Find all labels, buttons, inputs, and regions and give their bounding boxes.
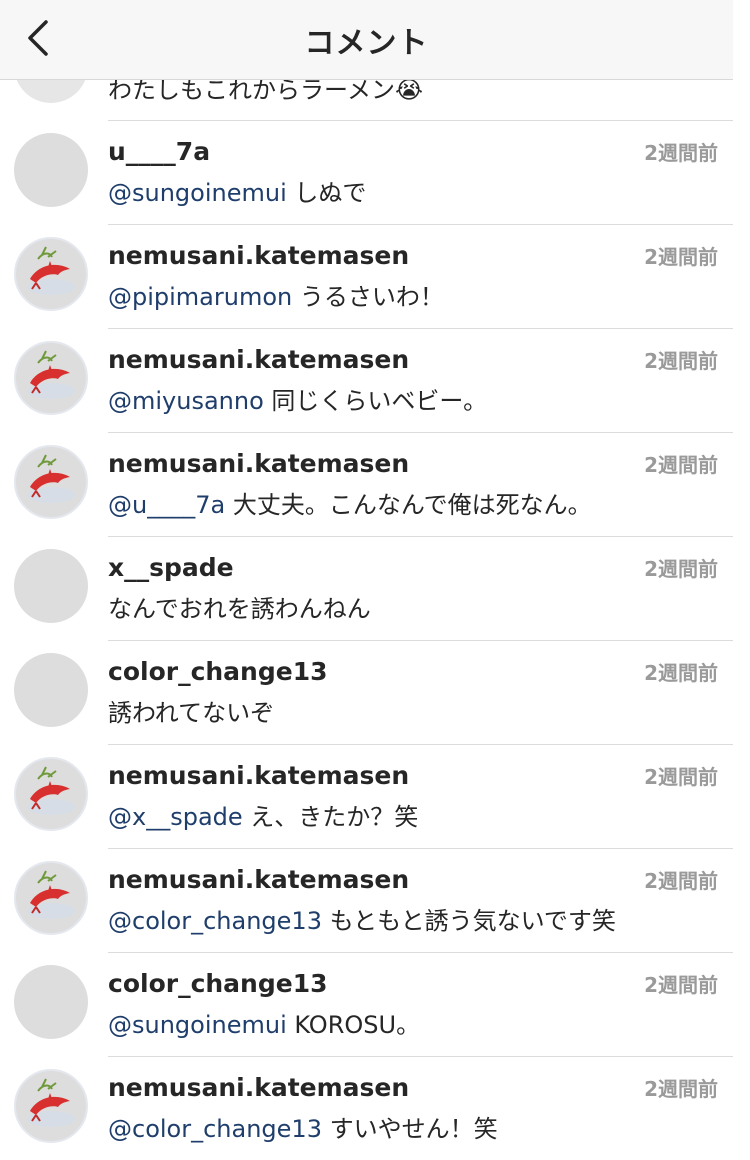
comment-body: え、きたか？笑 [242,803,419,831]
comment-username[interactable]: nemusani.katemasen [108,865,409,894]
logo-avatar[interactable] [14,445,88,519]
mention-link[interactable]: @color_change13 [108,907,322,935]
avatar[interactable] [14,79,88,103]
shark-logo-icon [27,246,75,295]
comment-body: なんでおれを誘わんねん [108,595,371,623]
shark-logo-icon [27,766,75,815]
logo-avatar[interactable] [14,757,88,831]
comment-timestamp: 2週間前 [644,973,718,997]
crowd-avatar[interactable] [14,653,88,727]
comment-row[interactable]: color_change13 誘われてないぞ 2週間前 [14,640,733,744]
comment-row[interactable]: nemusani.katemasen @u____7a 大丈夫。こんなんで俺は死… [14,432,733,536]
mention-link[interactable]: @miyusanno [108,387,264,415]
comment-row[interactable]: u____7a @sungoinemui しぬで 2週間前 [14,120,733,224]
comment-text: なんでおれを誘わんねん [108,589,371,624]
comment-body: うるさいわ！ [292,283,444,311]
comment-body: すいやせん！笑 [321,1115,498,1143]
comment-timestamp: 2週間前 [644,245,718,269]
comment-text: わたしもこれからラーメン😭 [108,79,424,104]
comment-text: 誘われてないぞ [108,693,274,728]
comment-username[interactable]: color_change13 [108,969,328,998]
comment-timestamp: 2週間前 [644,869,718,893]
cat-avatar[interactable] [14,133,88,207]
comment-row[interactable]: nemusani.katemasen @pipimarumon うるさいわ！ 2… [14,224,733,328]
comment-username[interactable]: u____7a [108,137,210,166]
shark-logo-icon [27,350,75,399]
comment-row[interactable]: color_change13 @sungoinemui KOROSU。 2週間前 [14,952,733,1056]
logo-avatar[interactable] [14,861,88,935]
comment-row[interactable]: nemusani.katemasen @x__spade え、きたか？笑 2週間… [14,744,733,848]
comment-row[interactable]: nemusani.katemasen @color_change13 すいやせん… [14,1056,733,1160]
comment-username[interactable]: nemusani.katemasen [108,345,409,374]
comment-body: 同じくらいベビー。 [263,387,488,415]
comment-username[interactable]: nemusani.katemasen [108,1073,409,1102]
comment-text: @color_change13 もともと誘う気ないです笑 [108,901,616,936]
comment-text: @pipimarumon うるさいわ！ [108,277,444,312]
mention-link[interactable]: @sungoinemui [108,179,287,207]
comment-body: KOROSU。 [286,1011,421,1039]
comment-username[interactable]: nemusani.katemasen [108,449,409,478]
mention-link[interactable]: @pipimarumon [108,283,292,311]
comment-timestamp: 2週間前 [644,557,718,581]
comment-row[interactable]: nemusani.katemasen @miyusanno 同じくらいベビー。 … [14,328,733,432]
comment-body: しぬで [286,179,367,207]
shark-logo-icon [27,1078,75,1127]
mention-link[interactable]: @sungoinemui [108,1011,287,1039]
comment-body: もともと誘う気ないです笑 [321,907,616,935]
comment-timestamp: 2週間前 [644,141,718,165]
comment-timestamp: 2週間前 [644,765,718,789]
comment-text: @color_change13 すいやせん！笑 [108,1109,498,1144]
logo-avatar[interactable] [14,341,88,415]
mention-link[interactable]: @x__spade [108,803,243,831]
night-city-avatar[interactable] [14,549,88,623]
comment-text: @sungoinemui KOROSU。 [108,1005,420,1040]
comment-text: @u____7a 大丈夫。こんなんで俺は死なん。 [108,485,592,520]
comment-row[interactable]: x__spade なんでおれを誘わんねん 2週間前 [14,536,733,640]
comment-username[interactable]: color_change13 [108,657,328,686]
comment-timestamp: 2週間前 [644,1077,718,1101]
nav-header: コメント [0,0,733,80]
comment-timestamp: 2週間前 [644,349,718,373]
comment-timestamp: 2週間前 [644,661,718,685]
mention-link[interactable]: @color_change13 [108,1115,322,1143]
comment-row[interactable]: nemusani.katemasen @color_change13 もともと誘… [14,848,733,952]
crowd-avatar[interactable] [14,965,88,1039]
comment-body: 誘われてないぞ [108,699,275,727]
shark-logo-icon [27,870,75,919]
comment-body: 大丈夫。こんなんで俺は死なん。 [225,491,592,519]
comment-username[interactable]: nemusani.katemasen [108,761,409,790]
page-title: コメント [304,25,429,61]
comment-timestamp: 2週間前 [644,453,718,477]
logo-avatar[interactable] [14,237,88,311]
right-edge [733,0,750,1152]
comment-row-partial[interactable]: わたしもこれからラーメン😭 [0,79,733,120]
comment-text: @miyusanno 同じくらいベビー。 [108,381,487,416]
shark-logo-icon [27,454,75,503]
logo-avatar[interactable] [14,1069,88,1143]
comment-username[interactable]: nemusani.katemasen [108,241,409,270]
mention-link[interactable]: @u____7a [108,491,225,519]
comment-text: @sungoinemui しぬで [108,173,366,208]
comment-text: @x__spade え、きたか？笑 [108,797,418,832]
comment-list: u____7a @sungoinemui しぬで 2週間前 nemusani.k… [0,120,733,1160]
comment-username[interactable]: x__spade [108,553,234,582]
